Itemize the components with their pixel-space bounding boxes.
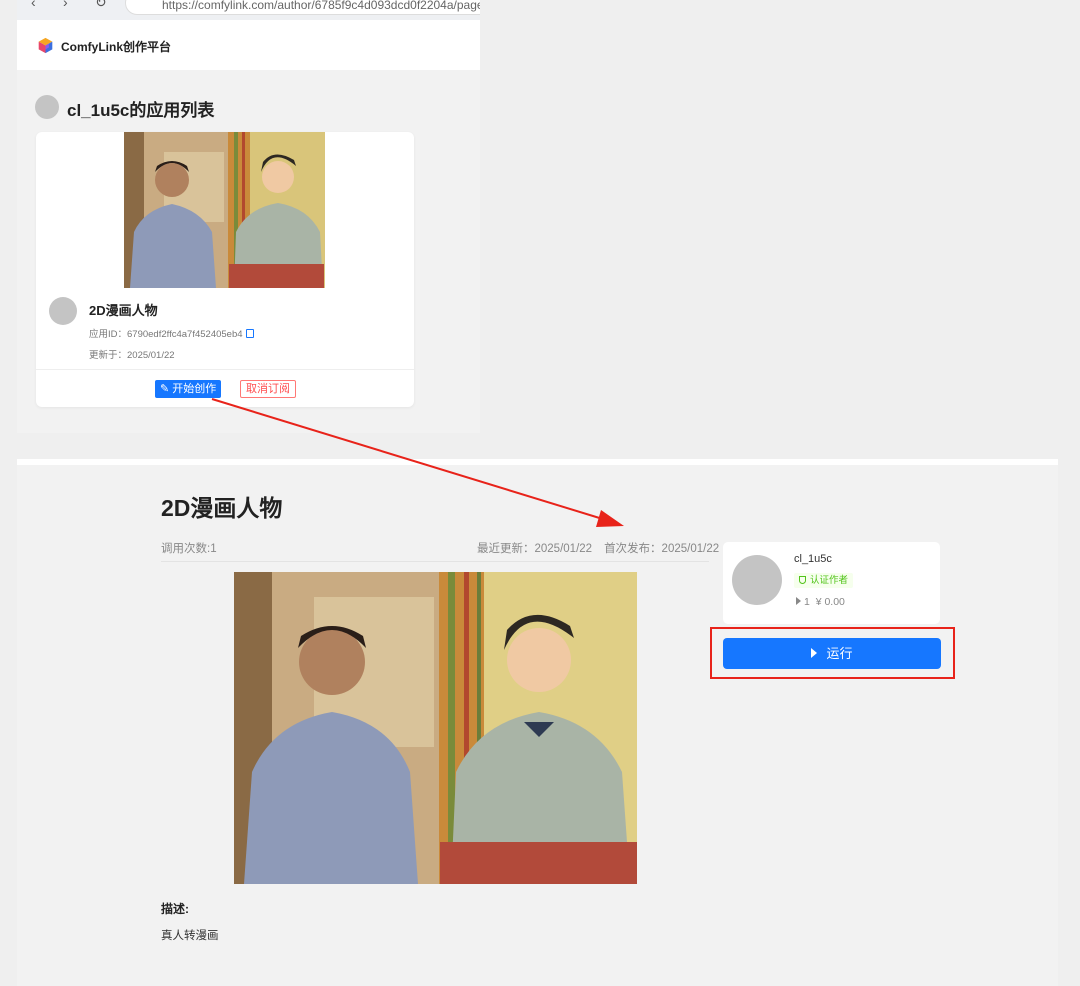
app-detail-screenshot: 2D漫画人物 调用次数:1 最近更新：2025/01/22 首次发布：2025/0… xyxy=(17,459,1058,986)
first-published: 首次发布：2025/01/22 xyxy=(604,543,720,555)
real-vs-manga-image xyxy=(234,572,637,884)
author-stats: 1 ¥ 0.00 xyxy=(796,596,845,608)
play-icon xyxy=(811,648,818,658)
real-vs-manga-image xyxy=(124,132,325,288)
run-count: 1 xyxy=(804,596,810,608)
avatar[interactable] xyxy=(49,297,77,325)
divider xyxy=(161,561,709,562)
price: ¥ 0.00 xyxy=(815,596,845,608)
address-bar[interactable]: https://comfylink.com/author/6785f9c4d09… xyxy=(125,0,480,15)
copy-icon[interactable] xyxy=(245,329,254,338)
start-create-label: 开始创作 xyxy=(172,383,217,395)
back-icon[interactable]: ‹ xyxy=(31,0,36,10)
app-thumbnail[interactable] xyxy=(124,132,325,288)
app-id-text: 应用ID：6790edf2ffc4a7f452405eb4 xyxy=(89,329,243,340)
divider xyxy=(36,369,414,370)
verified-badge: 认证作者 xyxy=(794,573,854,588)
last-updated: 最近更新：2025/01/22 xyxy=(477,543,593,555)
run-button-label: 运行 xyxy=(826,646,853,661)
publish-dates: 最近更新：2025/01/22 首次发布：2025/01/22 xyxy=(477,540,719,556)
reload-icon[interactable]: ↻ xyxy=(95,0,107,11)
verified-badge-label: 认证作者 xyxy=(810,575,849,586)
author-name[interactable]: cl_1u5c xyxy=(794,553,832,565)
usage-count: 调用次数:1 xyxy=(161,543,217,555)
description-text: 真人转漫画 xyxy=(161,930,219,942)
browser-toolbar: ‹ › ↻ https://comfylink.com/author/6785f… xyxy=(17,0,480,20)
app-header: ComfyLink创作平台 xyxy=(17,20,480,70)
edit-pen-icon: ✎ xyxy=(160,383,173,395)
description-label: 描述: xyxy=(161,902,189,916)
unsubscribe-button[interactable]: 取消订阅 xyxy=(240,380,296,398)
app-id: 应用ID：6790edf2ffc4a7f452405eb4 xyxy=(89,326,254,340)
author-card: cl_1u5c 认证作者 1 ¥ 0.00 xyxy=(723,542,940,624)
brand-name[interactable]: ComfyLink创作平台 xyxy=(61,38,171,55)
detail-title: 2D漫画人物 xyxy=(161,495,283,521)
updated-date: 更新于：2025/01/22 xyxy=(89,350,175,361)
avatar[interactable] xyxy=(732,555,782,605)
app-list-screenshot: ‹ › ↻ https://comfylink.com/author/6785f… xyxy=(17,0,480,433)
shield-check-icon xyxy=(799,576,806,584)
app-card[interactable]: 2D漫画人物 应用ID：6790edf2ffc4a7f452405eb4 更新于… xyxy=(36,132,414,407)
app-preview-image xyxy=(234,572,637,884)
play-icon xyxy=(796,597,801,605)
avatar[interactable] xyxy=(35,95,59,119)
start-create-button[interactable]: ✎ 开始创作 xyxy=(155,380,222,398)
forward-icon[interactable]: › xyxy=(63,0,68,10)
run-button[interactable]: 运行 xyxy=(723,638,941,669)
logo-cube-icon[interactable] xyxy=(37,37,54,54)
page-title: cl_1u5c的应用列表 xyxy=(67,101,215,120)
app-name[interactable]: 2D漫画人物 xyxy=(89,300,158,319)
